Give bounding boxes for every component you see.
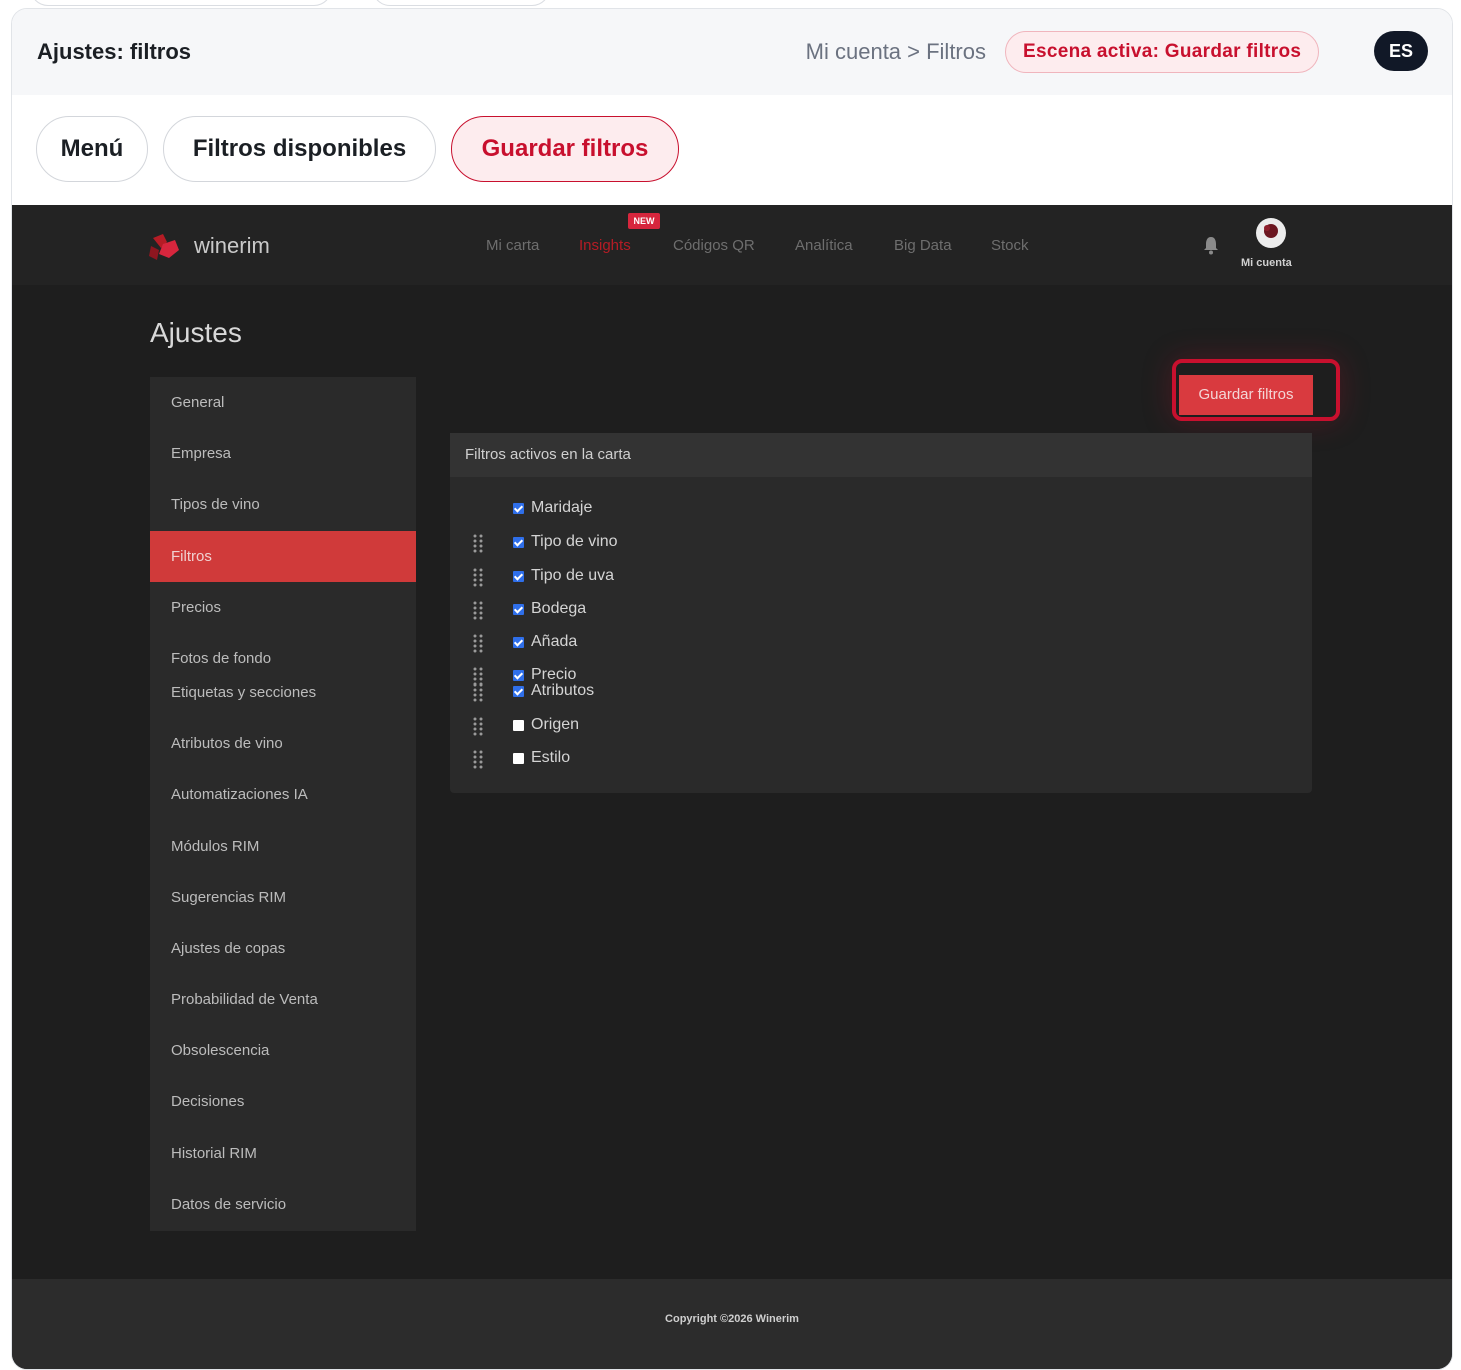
filter-label: Origen <box>531 716 580 733</box>
sidebar-item-decisiones[interactable]: Decisiones <box>150 1076 416 1127</box>
filter-row: Añada <box>450 631 1312 655</box>
filter-label: Maridaje <box>531 499 593 516</box>
tab-guardar-filtros[interactable]: Guardar filtros <box>451 116 679 182</box>
sidebar-item-datos-servicio[interactable]: Datos de servicio <box>150 1179 416 1230</box>
sidebar-item-etiquetas[interactable]: Etiquetas y secciones <box>150 667 416 718</box>
filter-checkbox[interactable] <box>513 571 524 582</box>
filter-label: Tipo de vino <box>531 533 618 550</box>
drag-handle-icon[interactable] <box>472 749 484 769</box>
save-filters-button[interactable]: Guardar filtros <box>1179 375 1313 415</box>
filter-row: Atributos <box>450 680 1312 704</box>
sidebar-item-obsolescencia[interactable]: Obsolescencia <box>150 1025 416 1076</box>
filters-card-header: Filtros activos en la carta <box>450 433 1312 477</box>
nav-codigos-qr[interactable]: Códigos QR <box>673 237 755 254</box>
settings-sidebar: General Empresa Tipos de vino Filtros Pr… <box>150 377 416 1231</box>
filter-label: Bodega <box>531 600 587 617</box>
app-logo-text: winerim <box>194 233 270 258</box>
settings-title: Ajustes <box>150 317 242 348</box>
filter-label: Tipo de uva <box>531 567 615 584</box>
avatar[interactable] <box>1256 218 1286 248</box>
sidebar-item-ajustes-copas[interactable]: Ajustes de copas <box>150 923 416 974</box>
filter-checkbox[interactable] <box>513 720 524 731</box>
drag-handle-icon[interactable] <box>472 682 484 702</box>
filter-checkbox[interactable] <box>513 537 524 548</box>
scene-card: Ajustes: filtros Mi cuenta > Filtros Esc… <box>11 8 1453 1370</box>
filter-checkbox[interactable] <box>513 753 524 764</box>
copyright-text: Copyright ©2026 Winerim <box>665 1313 799 1325</box>
filter-row: Estilo <box>450 747 1312 771</box>
language-badge[interactable]: ES <box>1374 31 1428 71</box>
active-scene-badge: Escena activa: Guardar filtros <box>1005 31 1320 73</box>
app-screenshot: winerim Mi carta NEW Insights Códigos QR… <box>12 205 1452 1369</box>
sidebar-item-filtros[interactable]: Filtros <box>150 531 416 582</box>
filter-row: Origen <box>450 714 1312 738</box>
tab-menu[interactable]: Menú <box>36 116 148 182</box>
card-header: Ajustes: filtros Mi cuenta > Filtros Esc… <box>12 9 1452 96</box>
scene-tabs: Menú Filtros disponibles Guardar filtros <box>12 95 1452 205</box>
sidebar-item-modulos-rim[interactable]: Módulos RIM <box>150 821 416 872</box>
tab-filtros-disponibles[interactable]: Filtros disponibles <box>163 116 436 182</box>
filter-checkbox[interactable] <box>513 604 524 615</box>
winerim-logo-icon <box>149 234 179 260</box>
filter-row: Tipo de vino <box>450 531 1312 555</box>
bell-icon[interactable] <box>1203 235 1219 255</box>
filter-label: Atributos <box>531 682 595 699</box>
sidebar-item-general[interactable]: General <box>150 377 416 428</box>
drag-handle-icon[interactable] <box>472 716 484 736</box>
sidebar-item-probabilidad-venta[interactable]: Probabilidad de Venta <box>150 974 416 1025</box>
account-label[interactable]: Mi cuenta <box>1241 257 1292 269</box>
app-navbar: winerim Mi carta NEW Insights Códigos QR… <box>12 205 1452 285</box>
active-filters-card: Filtros activos en la carta Maridaje Tip… <box>450 433 1312 793</box>
breadcrumb: Mi cuenta > Filtros <box>805 39 986 64</box>
filter-checkbox[interactable] <box>513 686 524 697</box>
filter-row: Bodega <box>450 598 1312 622</box>
filter-checkbox[interactable] <box>513 637 524 648</box>
drag-handle-icon[interactable] <box>472 567 484 587</box>
sidebar-item-tipos-de-vino[interactable]: Tipos de vino <box>150 479 416 530</box>
nav-insights[interactable]: Insights <box>579 237 631 254</box>
filter-row: Tipo de uva <box>450 565 1312 589</box>
drag-handle-icon[interactable] <box>472 633 484 653</box>
previous-tab-pill <box>372 0 550 6</box>
new-tag: NEW <box>628 213 660 229</box>
nav-analitica[interactable]: Analítica <box>795 237 853 254</box>
app-footer: Copyright ©2026 Winerim <box>12 1279 1452 1369</box>
sidebar-item-atributos[interactable]: Atributos de vino <box>150 718 416 769</box>
account-icon <box>1264 224 1278 238</box>
page-heading: Ajustes: filtros <box>37 39 192 64</box>
sidebar-item-empresa[interactable]: Empresa <box>150 428 416 479</box>
drag-handle-icon[interactable] <box>472 600 484 620</box>
filter-label: Añada <box>531 633 578 650</box>
filter-checkbox[interactable] <box>513 503 524 514</box>
drag-handle-icon[interactable] <box>472 533 484 553</box>
sidebar-item-sugerencias-rim[interactable]: Sugerencias RIM <box>150 872 416 923</box>
nav-mi-carta[interactable]: Mi carta <box>486 237 539 254</box>
previous-tab-pill <box>30 0 332 6</box>
nav-big-data[interactable]: Big Data <box>894 237 952 254</box>
filter-row: Maridaje <box>450 497 1312 521</box>
sidebar-item-automatizaciones[interactable]: Automatizaciones IA <box>150 769 416 820</box>
sidebar-item-precios[interactable]: Precios <box>150 582 416 633</box>
nav-stock[interactable]: Stock <box>991 237 1029 254</box>
filter-label: Estilo <box>531 749 571 766</box>
sidebar-item-historial-rim[interactable]: Historial RIM <box>150 1128 416 1179</box>
